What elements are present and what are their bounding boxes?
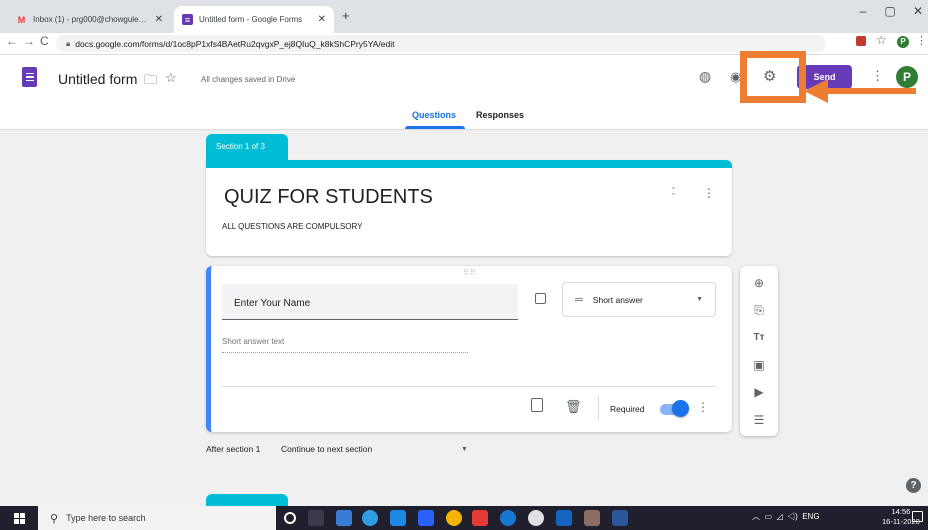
- back-icon[interactable]: ←: [6, 34, 18, 48]
- save-status: All changes saved in Drive: [201, 75, 296, 84]
- short-answer-icon: ═: [575, 293, 583, 306]
- app-icon[interactable]: [584, 510, 600, 526]
- url-field[interactable]: 🔒︎ docs.google.com/forms/d/1oc8pP1xfs4BA…: [56, 35, 826, 52]
- search-icon: ⚲: [50, 512, 59, 525]
- chrome-icon[interactable]: [446, 510, 462, 526]
- close-tab-icon[interactable]: ✕: [149, 14, 163, 25]
- import-questions-icon[interactable]: ⎘: [752, 303, 766, 317]
- question-type-label: Short answer: [592, 294, 643, 305]
- browser-menu-icon[interactable]: ⋮: [916, 34, 927, 47]
- divider: [222, 386, 716, 387]
- tab-label: Inbox (1) - prg000@chowgules.a: [33, 15, 149, 24]
- floating-toolbar: [740, 266, 778, 436]
- mail-icon[interactable]: [418, 510, 434, 526]
- delete-icon[interactable]: 🗑︎: [565, 399, 582, 415]
- forms-logo-icon[interactable]: [22, 67, 37, 87]
- annotation-highlight-box: [740, 51, 806, 103]
- star-icon[interactable]: ☆: [165, 70, 177, 86]
- search-placeholder: Type here to search: [66, 513, 146, 523]
- tab-responses[interactable]: Responses: [476, 110, 524, 120]
- chevron-down-icon: ▼: [696, 296, 703, 303]
- photos-icon[interactable]: [556, 510, 572, 526]
- forms-icon: ≡: [182, 14, 193, 25]
- help-icon[interactable]: ?: [906, 478, 921, 493]
- gmail-icon: M: [17, 14, 26, 25]
- extension-icon[interactable]: [856, 36, 866, 46]
- close-window-button[interactable]: ✕: [908, 4, 928, 18]
- cortana-icon[interactable]: [284, 512, 296, 524]
- reload-icon[interactable]: C: [40, 34, 49, 48]
- folder-icon[interactable]: 🗀︎: [144, 71, 157, 93]
- telegram-icon[interactable]: [500, 510, 516, 526]
- url-text: docs.google.com/forms/d/1oc8pP1xfs4BAetR…: [75, 38, 395, 49]
- after-section-label: After section 1: [206, 444, 261, 454]
- taskbar-search[interactable]: ⚲ Type here to search: [38, 506, 276, 530]
- section-tag: Section 1 of 3: [206, 134, 288, 161]
- chevron-down-icon[interactable]: ▼: [461, 446, 468, 453]
- collapse-icon[interactable]: ˇˆ: [672, 187, 675, 202]
- drag-handle-icon[interactable]: ⠿⠿: [463, 268, 477, 277]
- divider: [598, 396, 599, 420]
- edge-icon[interactable]: [362, 510, 378, 526]
- annotation-arrow: [804, 79, 916, 103]
- add-image-icon[interactable]: ▣: [752, 358, 766, 372]
- question-more-icon[interactable]: ⋮: [697, 400, 709, 414]
- required-toggle-knob[interactable]: [672, 400, 689, 417]
- battery-icon: ▭: [764, 512, 773, 521]
- profile-avatar[interactable]: P: [897, 36, 909, 48]
- browser-tab-forms[interactable]: ≡ Untitled form - Google Forms ✕: [174, 6, 334, 33]
- required-label: Required: [610, 404, 645, 414]
- section-description[interactable]: ALL QUESTIONS ARE COMPULSORY: [222, 222, 362, 231]
- bookmark-star-icon[interactable]: ☆: [876, 33, 887, 47]
- minimize-button[interactable]: –: [853, 4, 873, 18]
- windows-start-icon[interactable]: [0, 506, 38, 530]
- question-type-select[interactable]: ═ Short answer ▼: [562, 282, 716, 317]
- after-section-select[interactable]: Continue to next section: [281, 444, 372, 454]
- maximize-button[interactable]: ▢: [880, 4, 900, 18]
- close-tab-icon[interactable]: ✕: [312, 14, 326, 25]
- add-title-icon[interactable]: Tт: [752, 331, 766, 345]
- tab-questions[interactable]: Questions: [412, 110, 456, 120]
- app-icon[interactable]: [528, 510, 544, 526]
- add-question-icon[interactable]: ⊕: [752, 276, 766, 290]
- tab-label: Untitled form - Google Forms: [199, 15, 303, 24]
- section-more-icon[interactable]: ⋮: [703, 186, 715, 200]
- duplicate-icon[interactable]: [531, 398, 543, 412]
- add-section-icon[interactable]: ☰: [752, 413, 766, 427]
- store-bag-icon[interactable]: [390, 510, 406, 526]
- chevron-up-icon: ︿: [752, 512, 760, 521]
- app-icon[interactable]: [472, 510, 488, 526]
- forward-icon[interactable]: →: [23, 34, 35, 48]
- language-indicator: ENG: [802, 512, 820, 521]
- lock-icon: 🔒︎: [66, 38, 71, 48]
- word-icon[interactable]: [612, 510, 628, 526]
- new-tab-button[interactable]: +: [342, 8, 350, 23]
- wifi-icon: ◿: [776, 512, 783, 521]
- active-tab-indicator: [405, 126, 465, 129]
- palette-icon[interactable]: ◍: [699, 68, 711, 85]
- section-title[interactable]: QUIZ FOR STUDENTS: [224, 186, 433, 209]
- browser-tab-gmail[interactable]: M Inbox (1) - prg000@chowgules.a ✕: [8, 6, 171, 33]
- volume-icon: ◁): [787, 512, 798, 521]
- form-title[interactable]: Untitled form: [58, 71, 137, 87]
- answer-placeholder: Short answer text: [222, 337, 468, 353]
- add-image-icon[interactable]: [535, 293, 546, 304]
- task-view-icon[interactable]: [308, 510, 324, 526]
- notification-icon[interactable]: [912, 511, 923, 522]
- add-video-icon[interactable]: ▶: [752, 385, 766, 399]
- section-2-tag: [206, 494, 288, 506]
- question-title-input[interactable]: Enter Your Name: [222, 284, 518, 320]
- system-tray[interactable]: ︿ ▭ ◿ ◁) ENG: [752, 511, 820, 522]
- store-icon[interactable]: [336, 510, 352, 526]
